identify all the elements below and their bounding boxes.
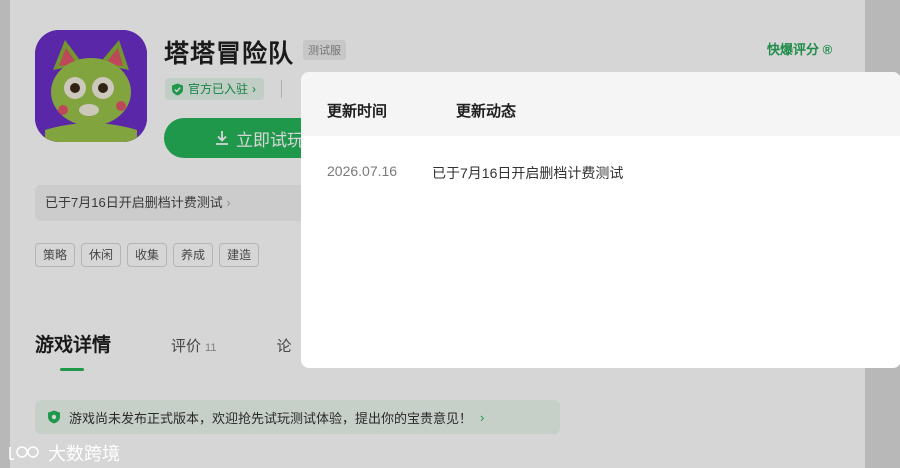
- watermark: 大数跨境: [8, 440, 120, 466]
- column-header-news: 更新动态: [456, 103, 517, 120]
- modal-header: 更新时间 更新动态: [301, 72, 900, 136]
- update-text: 已于7月16日开启删档计费测试: [432, 165, 624, 181]
- column-header-time: 更新时间: [327, 103, 388, 120]
- watermark-text: 大数跨境: [48, 444, 120, 464]
- brand-logo-icon: [9, 446, 39, 461]
- update-date: 2026.07.16: [327, 163, 398, 179]
- update-log-modal: 更新时间 更新动态 2026.07.16 已于7月16日开启删档计费测试: [301, 72, 900, 368]
